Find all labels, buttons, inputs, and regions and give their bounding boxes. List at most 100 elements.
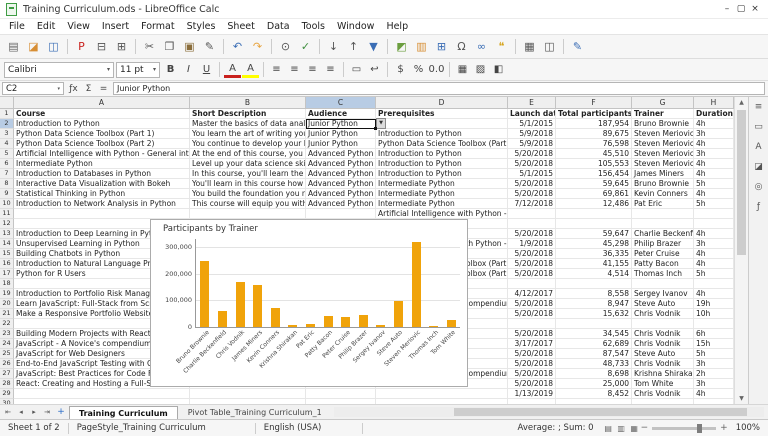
- formula-icon[interactable]: =: [96, 84, 111, 94]
- font-size-combo[interactable]: 11 pt ▾: [116, 62, 160, 78]
- cell-E7[interactable]: 5/1/2015: [508, 169, 556, 179]
- cell-A3[interactable]: Python Data Science Toolbox (Part 1): [14, 129, 190, 139]
- cell-C11[interactable]: [306, 209, 376, 219]
- cell-G21[interactable]: Chris Vodnik: [632, 309, 694, 319]
- cell-H24[interactable]: 15h: [694, 339, 734, 349]
- cell-E16[interactable]: 5/20/2018: [508, 259, 556, 269]
- cell-F20[interactable]: 8,947: [556, 299, 632, 309]
- column-header-G[interactable]: G: [632, 97, 694, 109]
- embedded-chart[interactable]: Participants by Trainer 0100,000200,0003…: [150, 219, 468, 387]
- cell-C10[interactable]: Advanced Python: [306, 199, 376, 209]
- column-header-B[interactable]: B: [190, 97, 306, 109]
- cell-G12[interactable]: [632, 219, 694, 229]
- cell-E29[interactable]: 1/13/2019: [508, 389, 556, 399]
- cell-F12[interactable]: [556, 219, 632, 229]
- row-header-17[interactable]: 17: [0, 269, 14, 279]
- print-preview-icon[interactable]: ⊞: [112, 37, 131, 56]
- cell-H29[interactable]: 4h: [694, 389, 734, 399]
- cell-D1[interactable]: Prerequisites: [376, 109, 508, 119]
- cell-F24[interactable]: 62,689: [556, 339, 632, 349]
- cell-A10[interactable]: Introduction to Network Analysis in Pyth…: [14, 199, 190, 209]
- cell-F7[interactable]: 156,454: [556, 169, 632, 179]
- cell-D3[interactable]: Introduction to Python: [376, 129, 508, 139]
- cell-H19[interactable]: 4h: [694, 289, 734, 299]
- zoom-out-button[interactable]: −: [641, 423, 649, 433]
- highlight-color-icon[interactable]: A: [242, 62, 259, 78]
- cell-E25[interactable]: 5/20/2018: [508, 349, 556, 359]
- cell-H27[interactable]: 2h: [694, 369, 734, 379]
- fill-handle[interactable]: [374, 127, 377, 130]
- cell-F9[interactable]: 69,861: [556, 189, 632, 199]
- cell-A29[interactable]: [14, 389, 190, 399]
- close-button[interactable]: ×: [748, 4, 762, 14]
- sheet-tab-pivot-table-training-curriculum-1[interactable]: Pivot Table_Training Curriculum_1: [179, 406, 331, 419]
- cell-G14[interactable]: Philip Brazer: [632, 239, 694, 249]
- cell-D5[interactable]: Introduction to Python: [376, 149, 508, 159]
- name-box[interactable]: C2 ▾: [2, 82, 64, 95]
- cell-G28[interactable]: Tom White: [632, 379, 694, 389]
- cell-F11[interactable]: [556, 209, 632, 219]
- validation-dropdown-icon[interactable]: ▼: [376, 118, 386, 129]
- cell-E9[interactable]: 5/20/2018: [508, 189, 556, 199]
- zoom-in-button[interactable]: +: [720, 423, 728, 433]
- cell-F1[interactable]: Total participants: [556, 109, 632, 119]
- cell-C8[interactable]: Advanced Python: [306, 179, 376, 189]
- cell-F30[interactable]: [556, 399, 632, 404]
- redo-icon[interactable]: ↷: [248, 37, 267, 56]
- functions-icon[interactable]: ƒ: [751, 199, 766, 214]
- cell-F28[interactable]: 25,000: [556, 379, 632, 389]
- cell-F14[interactable]: 45,298: [556, 239, 632, 249]
- cell-G1[interactable]: Trainer: [632, 109, 694, 119]
- row-header-14[interactable]: 14: [0, 239, 14, 249]
- menu-insert[interactable]: Insert: [96, 20, 135, 33]
- freeze-rows-columns-icon[interactable]: ▦: [520, 37, 539, 56]
- cell-B8[interactable]: You'll learn in this course how to cre: [190, 179, 306, 189]
- cell-H8[interactable]: 5h: [694, 179, 734, 189]
- row-header-12[interactable]: 12: [0, 219, 14, 229]
- cell-E13[interactable]: 5/20/2018: [508, 229, 556, 239]
- cell-G13[interactable]: Charlie Beckenfield: [632, 229, 694, 239]
- borders-icon[interactable]: ▦: [454, 61, 471, 78]
- menu-view[interactable]: View: [61, 20, 96, 33]
- row-header-18[interactable]: 18: [0, 279, 14, 289]
- cell-F25[interactable]: 87,547: [556, 349, 632, 359]
- cell-G5[interactable]: Steven Meriovic: [632, 149, 694, 159]
- italic-icon[interactable]: I: [180, 61, 197, 78]
- cell-H2[interactable]: 4h: [694, 119, 734, 129]
- cell-H25[interactable]: 5h: [694, 349, 734, 359]
- cell-A8[interactable]: Interactive Data Visualization with Boke…: [14, 179, 190, 189]
- menu-window[interactable]: Window: [331, 20, 380, 33]
- cell-E12[interactable]: [508, 219, 556, 229]
- row-header-28[interactable]: 28: [0, 379, 14, 389]
- maximize-button[interactable]: ▢: [734, 4, 748, 14]
- previous-sheet-button[interactable]: ◂: [15, 408, 27, 416]
- row-header-19[interactable]: 19: [0, 289, 14, 299]
- export-pdf-icon[interactable]: P: [72, 37, 91, 56]
- cell-C30[interactable]: [306, 399, 376, 404]
- menu-styles[interactable]: Styles: [181, 20, 222, 33]
- insert-image-icon[interactable]: ◩: [392, 37, 411, 56]
- insert-chart-icon[interactable]: ▥: [412, 37, 431, 56]
- cell-F3[interactable]: 89,675: [556, 129, 632, 139]
- cell-A9[interactable]: Statistical Thinking in Python: [14, 189, 190, 199]
- cell-E24[interactable]: 3/17/2017: [508, 339, 556, 349]
- cell-G17[interactable]: Thomas Inch: [632, 269, 694, 279]
- row-header-22[interactable]: 22: [0, 319, 14, 329]
- cell-B3[interactable]: You learn the art of writing your own: [190, 129, 306, 139]
- cell-G26[interactable]: Chris Vodnik: [632, 359, 694, 369]
- cell-C3[interactable]: Junior Python: [306, 129, 376, 139]
- menu-edit[interactable]: Edit: [31, 20, 61, 33]
- cell-G15[interactable]: Peter Cruise: [632, 249, 694, 259]
- row-header-11[interactable]: 11: [0, 209, 14, 219]
- cell-G22[interactable]: [632, 319, 694, 329]
- cell-G24[interactable]: Chris Vodnik: [632, 339, 694, 349]
- cell-A5[interactable]: Artificial Intelligence with Python - Ge…: [14, 149, 190, 159]
- row-header-3[interactable]: 3: [0, 129, 14, 139]
- cell-G9[interactable]: Kevin Conners: [632, 189, 694, 199]
- column-header-A[interactable]: A: [14, 97, 190, 109]
- row-header-16[interactable]: 16: [0, 259, 14, 269]
- row-header-1[interactable]: 1: [0, 109, 14, 119]
- cell-H1[interactable]: Duration: [694, 109, 734, 119]
- cell-C29[interactable]: [306, 389, 376, 399]
- sum-average-status[interactable]: Average: ; Sum: 0: [510, 423, 602, 433]
